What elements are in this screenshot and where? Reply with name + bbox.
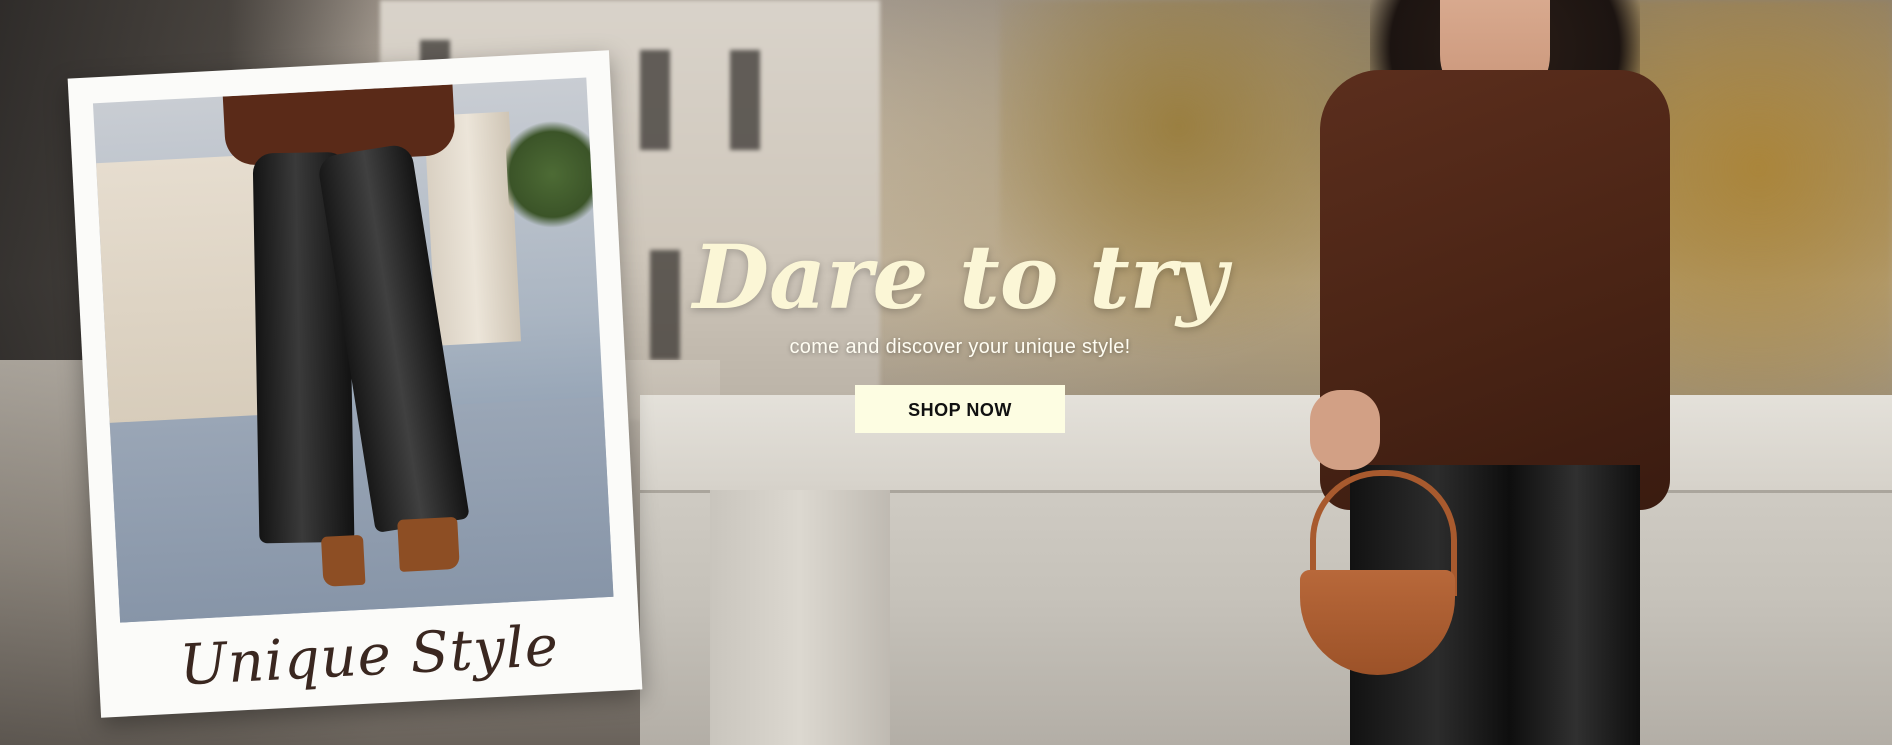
hero-title: Dare to try	[692, 225, 1228, 329]
stone-pillar	[710, 490, 890, 745]
model-hand	[1310, 390, 1380, 470]
photo-boot-right	[397, 516, 460, 572]
polaroid-photo	[92, 77, 614, 623]
hero-subtitle: come and discover your unique style!	[789, 336, 1131, 358]
photo-boot-left	[320, 534, 366, 587]
photo-tree	[504, 117, 601, 232]
polaroid-card: Unique Style	[67, 50, 643, 718]
hero-banner: Unique Style Dare to try come and discov…	[0, 0, 1892, 745]
background-window	[640, 50, 670, 150]
headline-block: Dare to try come and discover your uniqu…	[660, 222, 1260, 433]
background-window	[730, 50, 760, 150]
shop-now-button[interactable]: SHOP NOW	[855, 385, 1065, 433]
